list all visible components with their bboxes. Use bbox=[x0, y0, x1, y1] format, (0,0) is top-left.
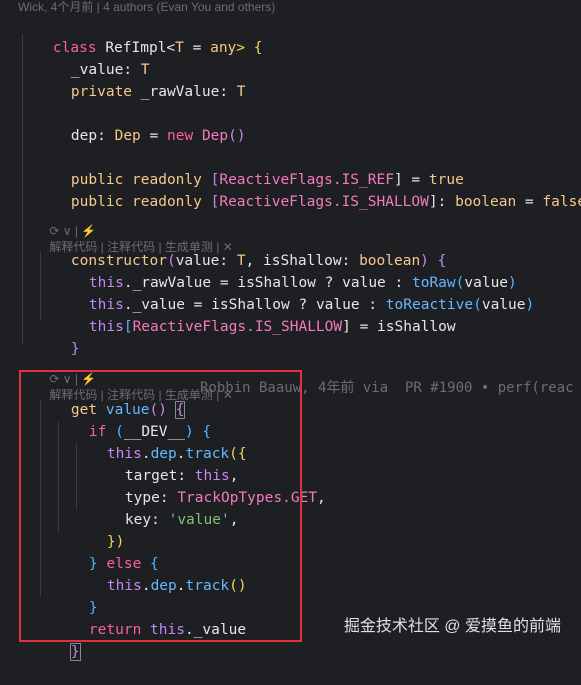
code-token: ReactiveFlags bbox=[219, 194, 333, 210]
code-token: = bbox=[140, 128, 167, 144]
code-token: isShallow bbox=[377, 319, 456, 335]
code-line-1[interactable]: class RefImpl<T = any> { bbox=[18, 15, 263, 56]
type-param: T bbox=[175, 40, 184, 56]
code-line-2[interactable]: _value: T bbox=[36, 37, 150, 78]
code-token: IS_SHALLOW bbox=[341, 194, 429, 210]
code-line-13[interactable]: this[ReactiveFlags.IS_SHALLOW] = isShall… bbox=[54, 294, 456, 335]
code-token: ( bbox=[473, 297, 482, 313]
code-token: [ bbox=[123, 319, 133, 335]
code-token: = bbox=[516, 194, 543, 210]
code-token: < bbox=[166, 40, 176, 56]
code-line-5[interactable]: dep: Dep = new Dep() bbox=[36, 103, 246, 144]
keyword-private: private bbox=[70, 84, 133, 100]
code-token: value bbox=[481, 297, 526, 313]
matching-brace: } bbox=[69, 643, 81, 661]
code-token: , bbox=[317, 490, 326, 506]
code-line-10[interactable]: constructor(value: T, isShallow: boolean… bbox=[36, 228, 446, 269]
code-token: . bbox=[332, 194, 342, 210]
code-line-14[interactable]: } bbox=[36, 316, 80, 357]
keyword-modifiers: public readonly bbox=[70, 194, 202, 210]
code-token: ] = bbox=[342, 319, 378, 335]
code-token: this bbox=[88, 319, 124, 335]
code-token: ReactiveFlags bbox=[132, 319, 247, 335]
code-token: : bbox=[97, 128, 115, 144]
code-token: dep bbox=[70, 128, 98, 144]
code-token: _rawValue: bbox=[132, 84, 237, 100]
code-line-7[interactable]: public readonly [ReactiveFlags.IS_REF] =… bbox=[36, 147, 464, 188]
code-token: Dep bbox=[201, 128, 229, 144]
code-token: T bbox=[236, 84, 246, 100]
code-token: ]: bbox=[428, 194, 456, 210]
code-token: false bbox=[542, 194, 581, 210]
code-token: Dep bbox=[114, 128, 141, 144]
highlight-box bbox=[19, 370, 302, 642]
code-token: = bbox=[183, 40, 211, 56]
blame-header[interactable]: Wick, 4个月前 | 4 authors (Evan You and oth… bbox=[18, 0, 275, 15]
code-line-8[interactable]: public readonly [ReactiveFlags.IS_SHALLO… bbox=[36, 169, 581, 210]
code-token: ) bbox=[525, 297, 535, 313]
type-any: any bbox=[210, 40, 237, 56]
code-token: . bbox=[246, 319, 255, 335]
code-token: [ bbox=[201, 194, 220, 210]
code-token: () bbox=[228, 128, 246, 144]
code-line-3[interactable]: private _rawValue: T bbox=[36, 59, 246, 100]
code-line-12[interactable]: this._value = isShallow ? value : toReac… bbox=[54, 272, 534, 313]
code-token: } bbox=[70, 341, 80, 357]
code-token: IS_SHALLOW bbox=[254, 319, 343, 335]
code-line-11[interactable]: this._rawValue = isShallow ? value : toR… bbox=[54, 250, 517, 291]
watermark: 掘金技术社区 @ 爱摸鱼的前端 bbox=[343, 618, 561, 635]
code-token: boolean bbox=[455, 194, 517, 210]
keyword-new: new bbox=[167, 128, 194, 144]
code-token: > { bbox=[236, 40, 263, 56]
